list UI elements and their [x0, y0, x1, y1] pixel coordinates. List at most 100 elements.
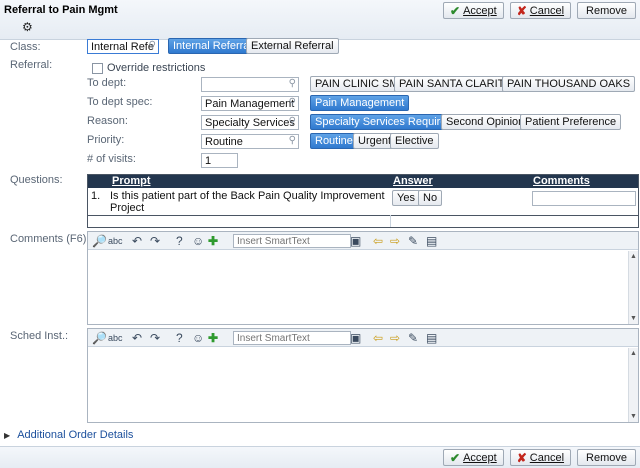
help-icon[interactable]: ?: [176, 331, 183, 345]
comments-column-header[interactable]: Comments: [533, 175, 590, 187]
question-comment-field[interactable]: [532, 191, 636, 206]
priority-option-routine[interactable]: Routine: [310, 133, 358, 149]
sched-label: Sched Inst.:: [10, 330, 69, 342]
comments-editor[interactable]: 🔎 abc ↶ ↷ ? ☺ ✚ ▣ ⇦ ⇨ ✎ ▤ ▲ ▼: [87, 231, 639, 325]
close-icon: ✘: [516, 3, 527, 18]
search-icon: ⚲: [288, 78, 296, 89]
zoom-icon[interactable]: 🔎: [92, 234, 107, 248]
priority-option-elective[interactable]: Elective: [390, 133, 439, 149]
scrollbar[interactable]: ▲ ▼: [628, 251, 638, 324]
search-icon: ⚲: [288, 116, 296, 127]
order-title: Referral to Pain Mgmt: [4, 4, 118, 16]
question-row: 1. Is this patient part of the Back Pain…: [88, 189, 638, 215]
questions-header: Prompt Answer Comments: [88, 175, 638, 188]
to-dept-field[interactable]: ⚲: [201, 77, 299, 92]
document-icon[interactable]: ▤: [426, 234, 437, 248]
question-prompt-line: Project: [110, 202, 145, 214]
reason-option-second-opinion[interactable]: Second Opinion: [441, 114, 530, 130]
class-option-internal[interactable]: Internal Referral: [168, 38, 257, 54]
undo-icon[interactable]: ↶: [132, 331, 142, 345]
scroll-down-icon[interactable]: ▼: [630, 413, 637, 420]
help-icon[interactable]: ?: [176, 234, 183, 248]
accept-button[interactable]: ✔ Accept: [443, 2, 504, 19]
comments-toolbar: 🔎 abc ↶ ↷ ? ☺ ✚ ▣ ⇦ ⇨ ✎ ▤: [88, 232, 638, 250]
zoom-icon[interactable]: 🔎: [92, 331, 107, 345]
add-icon[interactable]: ✚: [208, 331, 218, 345]
add-icon[interactable]: ✚: [208, 234, 218, 248]
to-dept-spec-option-pain[interactable]: Pain Management: [310, 95, 410, 111]
reason-option-specialty[interactable]: Specialty Services Required: [310, 114, 458, 130]
remove-button[interactable]: Remove: [577, 449, 636, 466]
sched-toolbar: 🔎 abc ↶ ↷ ? ☺ ✚ ▣ ⇦ ⇨ ✎ ▤: [88, 329, 638, 347]
header-actions: ✔ Accept ✘ Cancel Remove: [443, 2, 636, 19]
accept-button[interactable]: ✔ Accept: [443, 449, 504, 466]
arrow-right-icon[interactable]: ⇨: [390, 234, 400, 248]
sched-editor[interactable]: 🔎 abc ↶ ↷ ? ☺ ✚ ▣ ⇦ ⇨ ✎ ▤ ▲ ▼: [87, 328, 639, 423]
class-field[interactable]: Internal Refe ⚲: [87, 39, 159, 54]
question-prompt-line: Is this patient part of the Back Pain Qu…: [110, 190, 385, 202]
spellcheck-icon[interactable]: abc: [108, 236, 123, 246]
arrow-left-icon[interactable]: ⇦: [373, 234, 383, 248]
prompt-column-header[interactable]: Prompt: [112, 175, 151, 187]
redo-icon[interactable]: ↷: [150, 331, 160, 345]
document-icon[interactable]: ▤: [426, 331, 437, 345]
question-divider: [88, 215, 638, 216]
cancel-button[interactable]: ✘ Cancel: [509, 2, 572, 19]
redo-icon[interactable]: ↷: [150, 234, 160, 248]
arrow-right-icon[interactable]: ⇨: [390, 331, 400, 345]
additional-order-details-toggle[interactable]: ▶ Additional Order Details: [4, 429, 133, 441]
visits-field[interactable]: 1: [201, 153, 238, 168]
question-number: 1.: [91, 190, 101, 202]
answer-column-header[interactable]: Answer: [393, 175, 433, 187]
reason-option-patient-preference[interactable]: Patient Preference: [520, 114, 622, 130]
undo-icon[interactable]: ↶: [132, 234, 142, 248]
to-dept-option-santa-clarita[interactable]: PAIN SANTA CLARITA: [394, 76, 516, 92]
to-dept-option-sm[interactable]: PAIN CLINIC SM: [310, 76, 404, 92]
reason-label: Reason:: [87, 115, 128, 127]
visits-label: # of visits:: [87, 153, 136, 165]
search-icon: ⚲: [288, 135, 296, 146]
referral-label: Referral:: [10, 59, 53, 71]
sign-icon[interactable]: ✎: [408, 234, 418, 248]
scroll-up-icon[interactable]: ▲: [630, 350, 637, 357]
class-option-external[interactable]: External Referral: [246, 38, 339, 54]
class-label: Class:: [10, 41, 41, 53]
footer-bar: ✔ Accept ✘ Cancel Remove: [0, 446, 640, 468]
checkmark-icon: ✔: [450, 3, 461, 18]
footer-actions: ✔ Accept ✘ Cancel Remove: [443, 449, 636, 466]
user-help-icon[interactable]: ☺: [192, 234, 204, 248]
to-dept-option-thousand-oaks[interactable]: PAIN THOUSAND OAKS: [502, 76, 636, 92]
questions-label: Questions:: [10, 174, 63, 186]
search-icon: ⚲: [148, 40, 156, 51]
smarttext-input[interactable]: [233, 234, 351, 248]
answer-yes-button[interactable]: Yes: [392, 190, 420, 206]
scroll-down-icon[interactable]: ▼: [630, 315, 637, 322]
smarttext-input[interactable]: [233, 331, 351, 345]
expand-arrow-icon: ▶: [4, 431, 11, 440]
checkmark-icon: ✔: [450, 450, 461, 465]
to-dept-spec-field[interactable]: Pain Management ⚲: [201, 96, 299, 111]
cancel-button[interactable]: ✘ Cancel: [509, 449, 572, 466]
answer-no-button[interactable]: No: [418, 190, 443, 206]
to-dept-spec-label: To dept spec:: [87, 96, 153, 108]
reason-field[interactable]: Specialty Services ⚲: [201, 115, 299, 130]
scrollbar[interactable]: ▲ ▼: [628, 348, 638, 422]
scroll-up-icon[interactable]: ▲: [630, 253, 637, 260]
user-help-icon[interactable]: ☺: [192, 331, 204, 345]
remove-button[interactable]: Remove: [577, 2, 636, 19]
override-checkbox[interactable]: [92, 63, 103, 74]
arrow-left-icon[interactable]: ⇦: [373, 331, 383, 345]
override-label: Override restrictions: [107, 62, 206, 74]
spellcheck-icon[interactable]: abc: [108, 333, 123, 343]
smarttext-window-icon[interactable]: ▣: [350, 234, 361, 248]
to-dept-label: To dept:: [87, 77, 127, 89]
priority-field[interactable]: Routine ⚲: [201, 134, 299, 149]
question-divider: [390, 215, 391, 227]
questions-table: Prompt Answer Comments 1. Is this patien…: [87, 174, 639, 228]
smarttext-window-icon[interactable]: ▣: [350, 331, 361, 345]
priority-label: Priority:: [87, 134, 125, 146]
gear-icon[interactable]: ⚙: [22, 20, 33, 34]
sign-icon[interactable]: ✎: [408, 331, 418, 345]
search-icon: ⚲: [288, 97, 296, 108]
comments-label: Comments (F6):: [10, 233, 90, 245]
